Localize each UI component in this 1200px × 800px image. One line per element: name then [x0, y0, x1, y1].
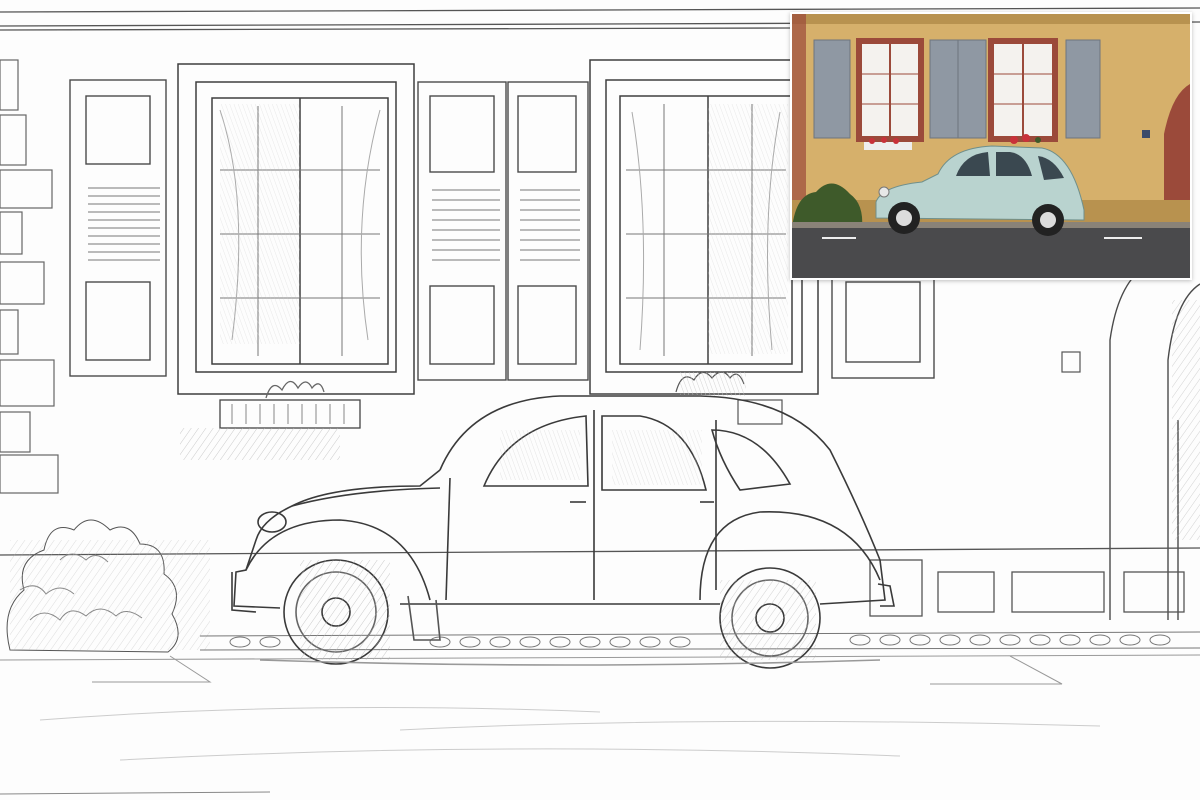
- left-window-shutter-right: [417, 81, 589, 381]
- color-photo: [792, 14, 1190, 278]
- shrub: [6, 519, 210, 653]
- house-number-plaque: [1061, 351, 1081, 373]
- stone-archway: [1109, 259, 1200, 620]
- left-window-shutter-left: [69, 79, 167, 377]
- flower-box: [180, 380, 361, 460]
- left-window: [177, 63, 415, 395]
- right-window-shutter: [831, 271, 935, 379]
- stone-quoins: [0, 59, 59, 494]
- photo-right-window: [988, 38, 1101, 144]
- reference-photo-inset: [790, 12, 1192, 280]
- photo-road: [792, 226, 1190, 278]
- road: [0, 654, 1200, 795]
- right-window: [589, 59, 819, 395]
- photo-left-window: [813, 38, 987, 150]
